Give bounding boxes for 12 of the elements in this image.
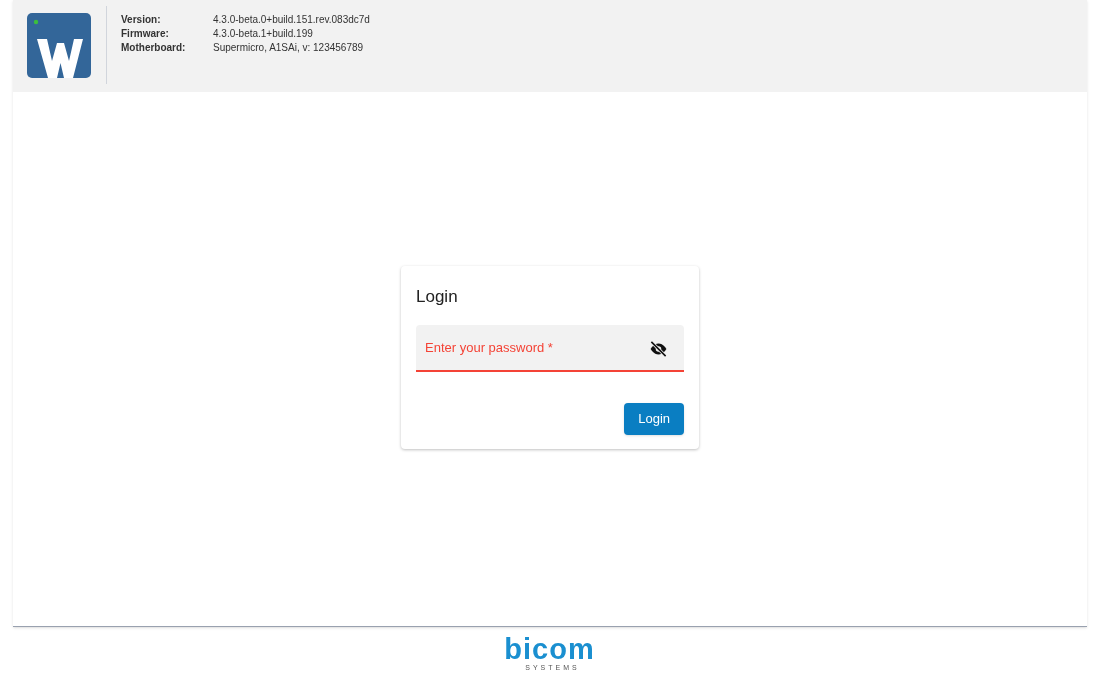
password-field[interactable]: Enter your password * <box>416 325 684 372</box>
info-label: Version: <box>121 13 162 27</box>
info-label: Firmware: <box>121 27 170 41</box>
info-value: 4.3.0-beta.0+build.151.rev.083dc7d <box>213 13 370 27</box>
eye-slash-icon[interactable] <box>649 341 668 357</box>
logo-icon <box>27 13 91 78</box>
login-button[interactable]: Login <box>624 403 684 435</box>
info-value: 4.3.0-beta.1+build.199 <box>213 27 314 41</box>
brand-logo: bicom <box>504 634 595 664</box>
card-title: Login <box>416 286 459 308</box>
info-value: Supermicro, A1SAi, v: 123456789 <box>213 41 365 55</box>
info-label: Motherboard: <box>121 41 187 55</box>
